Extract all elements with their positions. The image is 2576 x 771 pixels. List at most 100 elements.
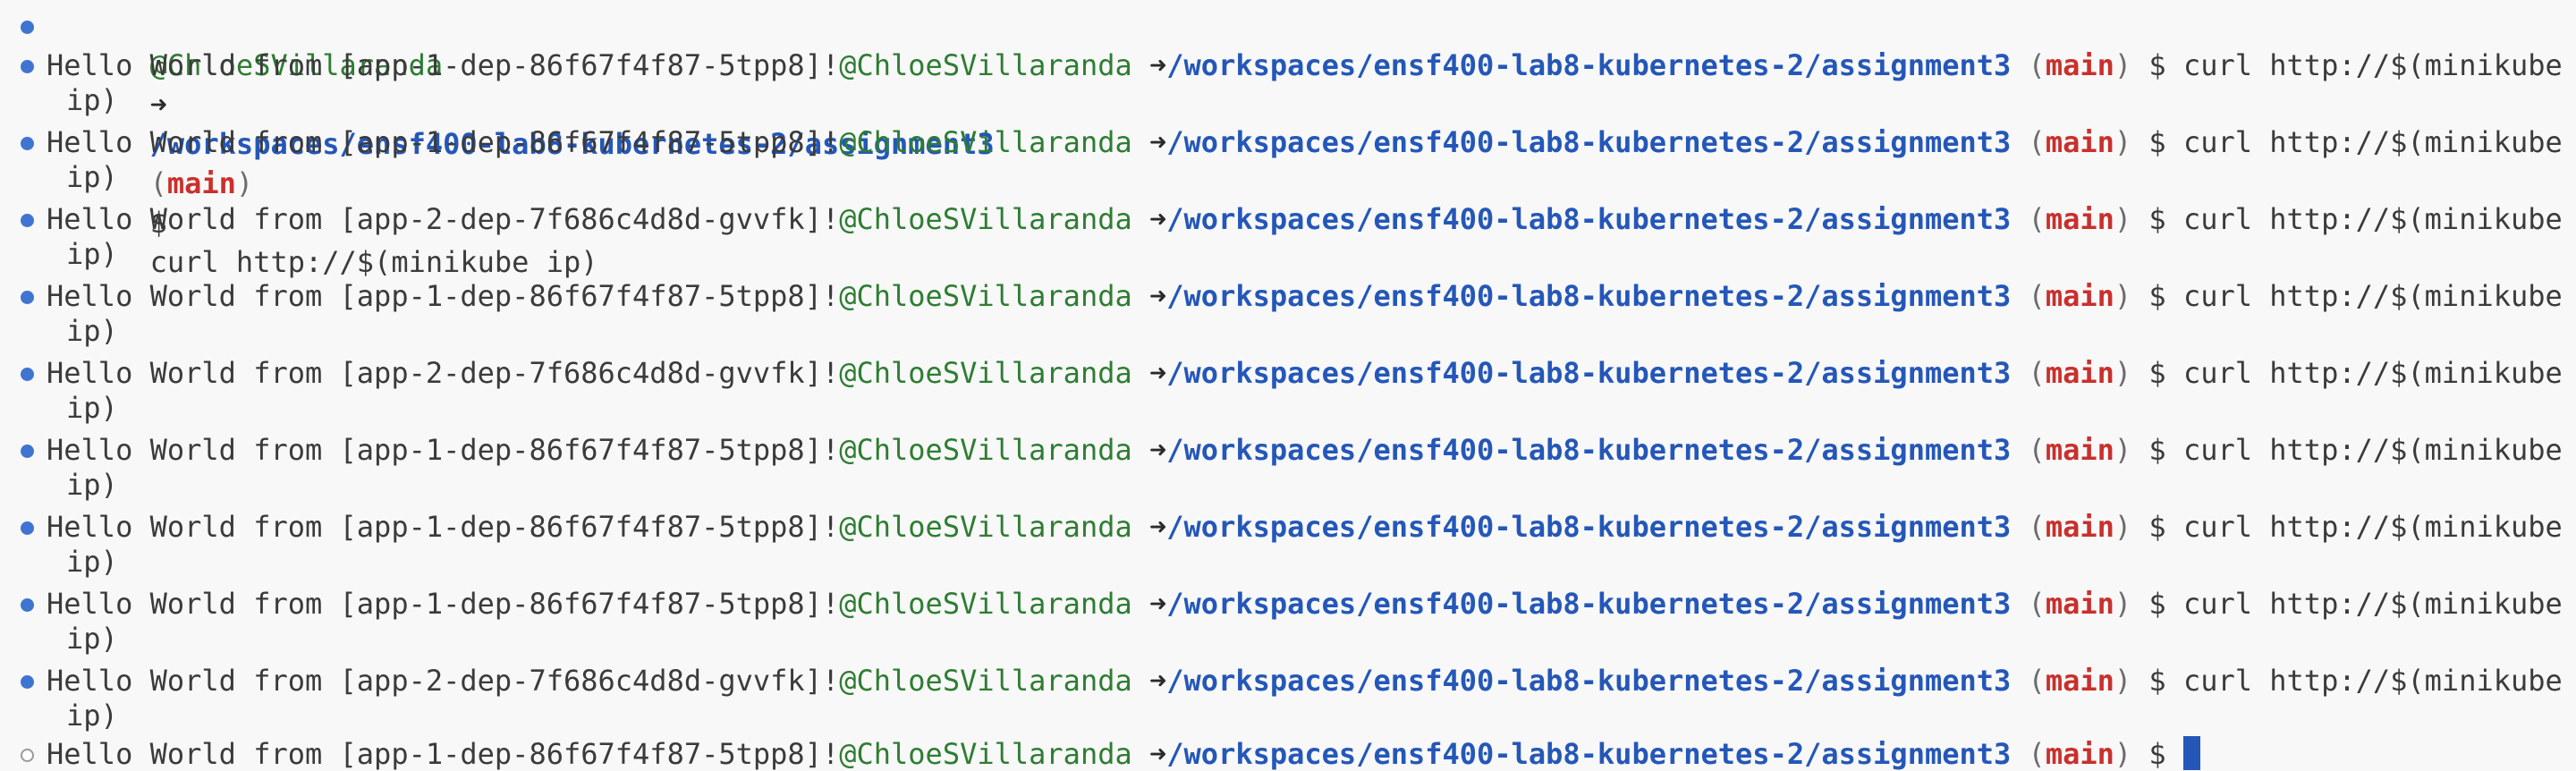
terminal-line: Hello World from [app-1-dep-86f67f4f87-5… <box>0 430 2563 470</box>
prompt-arrow-icon: ➜ <box>1149 48 1167 82</box>
prompt-paren: ) <box>2114 664 2132 698</box>
prompt-branch: main <box>2045 48 2114 82</box>
command-output: Hello World from [app-1-dep-86f67f4f87-5… <box>47 433 840 467</box>
command-output: Hello World from [app-2-dep-7f686c4d8d-g… <box>47 356 840 390</box>
prompt-paren: ) <box>2114 433 2132 467</box>
prompt-paren: ( <box>2028 587 2046 621</box>
command-output: Hello World from [app-2-dep-7f686c4d8d-g… <box>47 664 840 698</box>
prompt-symbol: $ <box>2148 48 2166 82</box>
prompt-arrow-icon: ➜ <box>149 88 167 122</box>
command-text: curl http://$(minikube <box>2182 125 2563 159</box>
prompt-symbol: $ <box>2148 737 2166 771</box>
prompt-arrow-icon: ➜ <box>1149 279 1167 313</box>
prompt-branch: main <box>2045 202 2114 236</box>
prompt-symbol: $ <box>2148 510 2166 544</box>
prompt-paren: ( <box>2028 356 2046 390</box>
command-output: Hello World from [app-1-dep-86f67f4f87-5… <box>47 510 840 544</box>
command-status-icon[interactable] <box>21 675 34 689</box>
command-wrap-line: ip) <box>66 699 118 733</box>
command-output: Hello World from [app-1-dep-86f67f4f87-5… <box>47 279 840 313</box>
prompt-paren: ) <box>2114 202 2132 236</box>
command-text: curl http://$(minikube <box>2182 433 2563 467</box>
prompt-paren: ( <box>2028 202 2046 236</box>
terminal-line: Hello World from [app-1-dep-86f67f4f87-5… <box>0 507 2563 546</box>
prompt-path: /workspaces/ensf400-lab8-kubernetes-2/as… <box>1166 587 2012 621</box>
command-status-icon[interactable] <box>21 21 34 34</box>
prompt-path: /workspaces/ensf400-lab8-kubernetes-2/as… <box>1166 737 2012 771</box>
prompt-path: /workspaces/ensf400-lab8-kubernetes-2/as… <box>1166 664 2012 698</box>
command-status-icon[interactable] <box>21 521 34 535</box>
prompt-branch: main <box>166 166 236 200</box>
prompt-arrow-icon: ➜ <box>1149 664 1167 698</box>
terminal-cursor[interactable] <box>2182 736 2200 770</box>
prompt-symbol: $ <box>2148 587 2166 621</box>
prompt-symbol: $ <box>2148 356 2166 390</box>
terminal-line: Hello World from [app-1-dep-86f67f4f87-5… <box>0 123 2563 162</box>
prompt-user: @ChloeSVillaranda <box>839 737 1132 771</box>
prompt-paren: ( <box>2028 664 2046 698</box>
prompt-arrow-icon: ➜ <box>1149 202 1167 236</box>
command-wrap-line: ip) <box>66 545 118 579</box>
command-status-icon[interactable] <box>21 60 34 73</box>
prompt-branch: main <box>2045 433 2114 467</box>
command-wrap-line: ip) <box>66 237 118 271</box>
terminal-line: Hello World from [app-1-dep-86f67f4f87-5… <box>0 276 2563 316</box>
prompt-branch: main <box>2045 125 2114 159</box>
terminal-line: Hello World from [app-2-dep-7f686c4d8d-g… <box>0 353 2563 393</box>
prompt-user: @ChloeSVillaranda <box>839 587 1132 621</box>
prompt-symbol: $ <box>2148 125 2166 159</box>
prompt-arrow-icon: ➜ <box>1149 125 1167 159</box>
command-text: curl http://$(minikube <box>2182 279 2563 313</box>
prompt-paren: ( <box>2028 737 2046 771</box>
command-status-icon[interactable] <box>21 214 34 227</box>
prompt-path: /workspaces/ensf400-lab8-kubernetes-2/as… <box>1166 125 2012 159</box>
command-text: curl http://$(minikube <box>2182 587 2563 621</box>
command-text: curl http://$(minikube <box>2182 202 2563 236</box>
command-text: curl http://$(minikube <box>2182 510 2563 544</box>
prompt-paren: ( <box>2028 125 2046 159</box>
prompt-user: @ChloeSVillaranda <box>839 510 1132 544</box>
prompt-paren: ( <box>2028 510 2046 544</box>
command-wrap-line: ip) <box>66 83 118 117</box>
terminal-panel[interactable]: @ChloeSVillaranda ➜ /workspaces/ensf400-… <box>0 0 2576 771</box>
terminal-line: @ChloeSVillaranda ➜ /workspaces/ensf400-… <box>0 6 995 279</box>
prompt-paren: ) <box>2114 125 2132 159</box>
prompt-paren: ) <box>2114 737 2132 771</box>
command-text: curl http://$(minikube ip) <box>149 245 598 279</box>
terminal-line: Hello World from [app-2-dep-7f686c4d8d-g… <box>0 199 2563 239</box>
command-status-icon[interactable] <box>21 598 34 612</box>
command-wrap-line: ip) <box>66 468 118 502</box>
prompt-paren: ( <box>2028 279 2046 313</box>
prompt-paren: ) <box>2114 48 2132 82</box>
terminal-line: Hello World from [app-1-dep-86f67f4f87-5… <box>0 584 2563 623</box>
terminal-line: Hello World from [app-1-dep-86f67f4f87-5… <box>0 734 2200 771</box>
command-text: curl http://$(minikube <box>2182 664 2563 698</box>
command-output: Hello World from [app-2-dep-7f686c4d8d-g… <box>47 202 840 236</box>
prompt-paren: ( <box>2028 48 2046 82</box>
command-status-icon[interactable] <box>21 749 34 762</box>
prompt-arrow-icon: ➜ <box>1149 356 1167 390</box>
prompt-user: @ChloeSVillaranda <box>839 48 1132 82</box>
prompt-path: /workspaces/ensf400-lab8-kubernetes-2/as… <box>1166 510 2012 544</box>
command-output: Hello World from [app-1-dep-86f67f4f87-5… <box>47 737 840 771</box>
prompt-user: @ChloeSVillaranda <box>839 664 1132 698</box>
command-status-icon[interactable] <box>21 291 34 304</box>
prompt-arrow-icon: ➜ <box>1149 737 1167 771</box>
prompt-symbol: $ <box>2148 433 2166 467</box>
prompt-branch: main <box>2045 279 2114 313</box>
prompt-symbol: $ <box>2148 202 2166 236</box>
prompt-paren: ) <box>235 166 254 200</box>
prompt-paren: ) <box>2114 587 2132 621</box>
command-output: Hello World from [app-1-dep-86f67f4f87-5… <box>47 125 840 159</box>
prompt-symbol: $ <box>2148 664 2166 698</box>
command-status-icon[interactable] <box>21 368 34 381</box>
prompt-branch: main <box>2045 737 2114 771</box>
command-wrap-line: ip) <box>66 160 118 194</box>
command-status-icon[interactable] <box>21 445 34 458</box>
prompt-path: /workspaces/ensf400-lab8-kubernetes-2/as… <box>1166 356 2012 390</box>
command-status-icon[interactable] <box>21 137 34 150</box>
prompt-arrow-icon: ➜ <box>1149 433 1167 467</box>
command-text: curl http://$(minikube <box>2182 48 2563 82</box>
prompt-user: @ChloeSVillaranda <box>839 125 1132 159</box>
prompt-branch: main <box>2045 356 2114 390</box>
